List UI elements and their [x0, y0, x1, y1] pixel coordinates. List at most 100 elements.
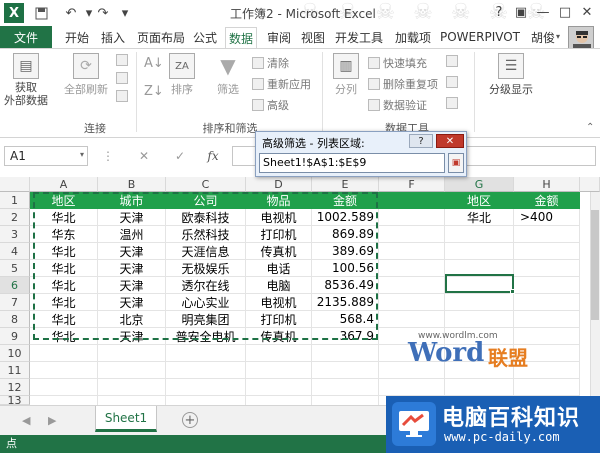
maximize-icon[interactable]: □ [554, 2, 576, 22]
expand-dialog-icon[interactable]: ▣ [448, 153, 464, 173]
empty-cell[interactable] [312, 362, 379, 379]
flash-fill-button[interactable]: 快速填充 [368, 55, 427, 71]
close-icon[interactable]: ✕ [576, 2, 598, 22]
empty-cell[interactable] [166, 345, 246, 362]
relationships-button[interactable] [446, 97, 458, 109]
empty-cell[interactable] [514, 379, 580, 396]
empty-cell[interactable] [379, 226, 445, 243]
reapply-button[interactable]: 重新应用 [252, 76, 311, 92]
what-if-button[interactable] [446, 76, 458, 88]
redo-icon[interactable]: ↷ [94, 4, 112, 22]
tab-developer[interactable]: 开发工具 [332, 28, 386, 46]
column-header-f[interactable]: F [379, 177, 445, 192]
row-header-4[interactable]: 4 [0, 243, 30, 260]
table-cell[interactable]: 打印机 [246, 311, 312, 328]
empty-cell[interactable] [98, 345, 166, 362]
help-icon[interactable]: ? [488, 2, 510, 22]
row-header-7[interactable]: 7 [0, 294, 30, 311]
table-cell[interactable]: 869.89 [312, 226, 379, 243]
column-header-a[interactable]: A [30, 177, 98, 192]
table-cell[interactable]: 普安全电机 [166, 328, 246, 345]
table-cell[interactable]: 欧泰科技 [166, 209, 246, 226]
name-box-dropdown-icon[interactable]: ▾ [80, 150, 84, 159]
tab-review[interactable]: 审阅 [264, 28, 294, 46]
table-cell[interactable]: 传真机 [246, 328, 312, 345]
name-box[interactable]: A1 [4, 146, 88, 166]
row-header-13[interactable]: 13 [0, 396, 30, 405]
outline-button[interactable]: ☰ 分级显示 [482, 53, 540, 97]
clear-filter-button[interactable]: 清除 [252, 55, 289, 71]
table-cell[interactable]: 透尔在线 [166, 277, 246, 294]
empty-cell[interactable] [379, 277, 445, 294]
edit-links-button[interactable] [116, 90, 128, 102]
collapse-ribbon-icon[interactable]: ⌃ [586, 122, 594, 133]
table-cell[interactable]: 无极娱乐 [166, 260, 246, 277]
table-cell[interactable]: 天津 [98, 209, 166, 226]
table-cell[interactable]: 天津 [98, 260, 166, 277]
empty-cell[interactable] [514, 294, 580, 311]
empty-cell[interactable] [379, 311, 445, 328]
empty-cell[interactable] [166, 362, 246, 379]
row-header-8[interactable]: 8 [0, 311, 30, 328]
criteria-header-cell[interactable]: 金额 [514, 192, 580, 209]
empty-cell[interactable] [514, 243, 580, 260]
save-icon[interactable] [32, 4, 50, 22]
ribbon-display-icon[interactable]: ▣ [510, 2, 532, 22]
active-cell-g6[interactable] [445, 274, 514, 293]
excel-app-icon[interactable]: X [4, 3, 24, 23]
table-cell[interactable]: 传真机 [246, 243, 312, 260]
table-cell[interactable]: 电话 [246, 260, 312, 277]
table-cell[interactable]: 华北 [30, 294, 98, 311]
empty-cell[interactable] [312, 345, 379, 362]
tab-view[interactable]: 视图 [298, 28, 328, 46]
table-cell[interactable]: 华北 [30, 209, 98, 226]
table-header-cell[interactable]: 地区 [30, 192, 98, 209]
dialog-close-button[interactable]: ✕ [436, 134, 464, 148]
row-header-3[interactable]: 3 [0, 226, 30, 243]
table-cell[interactable]: 华北 [30, 260, 98, 277]
table-cell[interactable]: 明亮集团 [166, 311, 246, 328]
table-cell[interactable]: 1002.589 [312, 209, 379, 226]
row-header-12[interactable]: 12 [0, 379, 30, 396]
vertical-scroll-thumb[interactable] [591, 210, 599, 320]
empty-cell[interactable] [445, 311, 514, 328]
table-cell[interactable]: 100.56 [312, 260, 379, 277]
criteria-cell[interactable]: 华北 [445, 209, 514, 226]
table-cell[interactable]: 华东 [30, 226, 98, 243]
table-header-cell[interactable]: 金额 [312, 192, 379, 209]
table-header-cell[interactable]: 城市 [98, 192, 166, 209]
refresh-all-button[interactable]: ⟳ 全部刷新 [58, 53, 114, 97]
table-cell[interactable]: 华北 [30, 277, 98, 294]
table-cell[interactable]: 华北 [30, 243, 98, 260]
sort-desc-icon[interactable]: Z↓ [144, 84, 164, 99]
consolidate-button[interactable] [446, 55, 458, 67]
fill-handle[interactable] [510, 289, 515, 294]
empty-cell[interactable] [98, 379, 166, 396]
remove-duplicates-button[interactable]: 删除重复项 [368, 76, 438, 92]
cancel-formula-icon[interactable]: ✕ [136, 147, 152, 165]
column-header-h[interactable]: H [514, 177, 580, 192]
row-header-10[interactable]: 10 [0, 345, 30, 362]
criteria-header-cell[interactable]: 地区 [445, 192, 514, 209]
user-name[interactable]: 胡俊 [528, 28, 558, 46]
table-cell[interactable]: 天津 [98, 277, 166, 294]
empty-cell[interactable] [379, 379, 445, 396]
sheet-tab-sheet1[interactable]: Sheet1 [95, 406, 157, 432]
tab-file[interactable]: 文件 [0, 26, 52, 48]
row-header-5[interactable]: 5 [0, 260, 30, 277]
table-cell[interactable]: 8536.49 [312, 277, 379, 294]
column-header-b[interactable]: B [98, 177, 166, 192]
connections-button[interactable] [116, 54, 128, 66]
tab-insert[interactable]: 插入 [98, 28, 128, 46]
get-external-data-button[interactable]: ▤ 获取 外部数据 [2, 53, 50, 107]
tab-addins[interactable]: 加载项 [392, 28, 434, 46]
table-header-cell[interactable]: 物品 [246, 192, 312, 209]
empty-cell[interactable] [379, 260, 445, 277]
row-header-2[interactable]: 2 [0, 209, 30, 226]
empty-cell[interactable] [246, 362, 312, 379]
row-header-11[interactable]: 11 [0, 362, 30, 379]
advanced-filter-button[interactable]: 高级 [252, 97, 289, 113]
table-cell[interactable]: 华北 [30, 311, 98, 328]
empty-cell[interactable] [246, 379, 312, 396]
empty-cell[interactable] [30, 345, 98, 362]
